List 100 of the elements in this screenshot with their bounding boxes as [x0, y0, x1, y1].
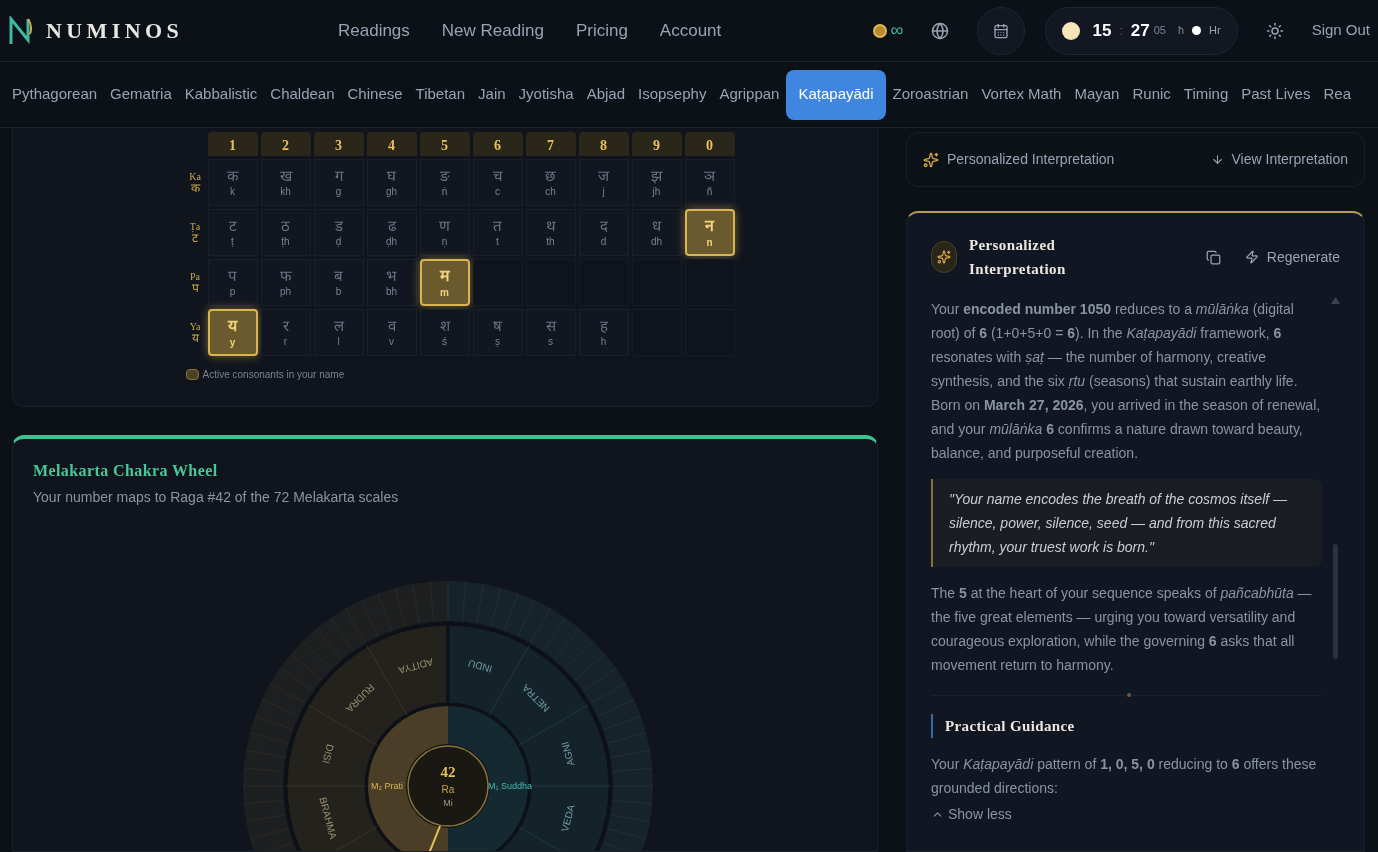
- consonant-sound: r: [283, 337, 288, 347]
- consonant-letter: छ: [545, 168, 556, 183]
- globe-icon: [931, 21, 950, 40]
- system-tab[interactable]: Tibetan: [409, 69, 472, 120]
- consonant-sound: ñ: [706, 187, 713, 197]
- card-title: Personalized Interpretation: [969, 236, 1067, 279]
- column-header: 2: [260, 132, 311, 156]
- system-tab[interactable]: Zoroastrian: [886, 69, 975, 120]
- row-label: Ka: [189, 171, 201, 182]
- consonant-letter: ख: [279, 168, 292, 183]
- consonant-letter: भ: [386, 268, 397, 283]
- nav-link[interactable]: Pricing: [575, 17, 628, 44]
- consonant-letter: फ: [279, 268, 292, 283]
- consonant-letter: थ: [545, 218, 556, 233]
- consonant-letter: म: [439, 267, 450, 284]
- consonant-letter: ष: [493, 318, 502, 333]
- logo-text: NUMINOS: [46, 17, 184, 45]
- system-tab[interactable]: Abjad: [580, 69, 631, 120]
- consonant-sound: t: [496, 237, 499, 247]
- system-tab[interactable]: Chinese: [341, 69, 409, 120]
- bar-label: Personalized Interpretation: [947, 150, 1115, 169]
- consonant-letter: क: [226, 168, 239, 183]
- consonant-sound: g: [335, 187, 342, 197]
- consonant-letter: ज: [598, 168, 609, 183]
- consonant-letter: स: [545, 318, 556, 333]
- nav-link[interactable]: Account: [659, 17, 722, 44]
- consonant-letter: ट: [228, 218, 237, 233]
- credits-count: ∞: [890, 19, 904, 42]
- consonant-letter: ड: [334, 218, 343, 233]
- moon-icon: [1062, 21, 1081, 40]
- system-tab[interactable]: Timing: [1177, 69, 1235, 120]
- system-tab[interactable]: Kabbalistic: [178, 69, 264, 120]
- system-tab[interactable]: Mayan: [1068, 69, 1126, 120]
- interpretation-paragraph: The 5 at the heart of your sequence speaks of pañcabhūta — the five great elements — urging you toward versatility and courageous exploration, while the governing 6 asks that all movement return to harmony.: [931, 584, 1313, 675]
- consonant-sound: ch: [545, 187, 556, 197]
- consonant-sound: jh: [652, 187, 661, 197]
- consonant-letter: व: [387, 318, 396, 333]
- clock-format: Hr: [1209, 23, 1221, 39]
- consonant-sound: l: [337, 337, 340, 347]
- legend-swatch: [185, 369, 199, 380]
- nav-link[interactable]: Readings: [338, 17, 410, 44]
- system-tab[interactable]: Agrippan: [713, 69, 786, 120]
- consonant-letter: ल: [333, 318, 344, 333]
- system-tab[interactable]: Isopsephy: [632, 69, 713, 120]
- show-less-button[interactable]: Show less: [931, 804, 1340, 825]
- nav-link[interactable]: New Reading: [441, 17, 544, 44]
- logo-icon: [8, 15, 34, 46]
- consonant-letter: झ: [651, 168, 662, 183]
- row-label: Pa: [190, 271, 200, 282]
- consonant-letter: र: [282, 318, 289, 333]
- consonant-letter: प: [228, 268, 237, 283]
- clock-seconds: 05: [1153, 23, 1166, 39]
- consonant-letter: ढ: [387, 218, 396, 233]
- consonant-sound: b: [335, 287, 342, 297]
- consonant-sound: y: [229, 337, 236, 348]
- sun-icon: [1265, 21, 1284, 40]
- consonant-letter: न: [705, 217, 714, 234]
- consonant-sound: ṭ: [231, 237, 234, 247]
- interpretation-paragraph: Your encoded number 1050 reduces to a mūlāṅka (digital root) of 6 (1+0+5+0 = 6). In the Kaṭapayādi framework, 6 resonates with ṣaṭ — the number of harmony, creative synthesis, and the six ṛtu (seasons) that sustain earthly life. Born on March 27, 2026, you arrived in the season of renewal, and your mūlāṅka 6 confirms a nature drawn toward beauty, balance, and purposeful creation.: [931, 300, 1322, 463]
- system-tab[interactable]: Past Lives: [1235, 69, 1317, 120]
- copy-button[interactable]: [1205, 249, 1221, 265]
- system-tab[interactable]: Gematria: [104, 69, 178, 120]
- consonant-letter: ब: [334, 268, 343, 283]
- consonant-sound: ḍ: [335, 237, 342, 247]
- column-header: 4: [366, 132, 417, 156]
- interpretation-paragraph: Your Kaṭapayādi pattern of 1, 0, 5, 0 reducing to 6 offers these grounded directions:: [931, 755, 1318, 798]
- row-label: Ṭa: [189, 221, 201, 232]
- column-header: 0: [684, 132, 735, 156]
- consonant-sound: n: [706, 237, 713, 248]
- system-tab[interactable]: Jain: [472, 69, 512, 120]
- system-tab[interactable]: Pythagorean: [6, 69, 104, 120]
- quote-block: "Your name encodes the breath of the cosmos itself — silence, power, silence, seed — and from this sacred rhythm, your truest work is born.": [931, 479, 1322, 567]
- system-tab[interactable]: Rea: [1317, 69, 1357, 120]
- regenerate-button[interactable]: Regenerate: [1244, 246, 1340, 268]
- system-tab[interactable]: Vortex Math: [975, 69, 1068, 120]
- row-glyph: य: [191, 331, 199, 344]
- arrow-down-icon: [1210, 153, 1224, 166]
- consonant-letter: ठ: [281, 218, 290, 233]
- calendar-icon: [993, 22, 1010, 39]
- consonant-sound: v: [389, 337, 394, 347]
- consonant-letter: ग: [334, 168, 343, 183]
- sign-out-link[interactable]: Sign Out: [1311, 19, 1370, 42]
- system-tab[interactable]: Chaldean: [264, 69, 341, 120]
- consonant-letter: श: [439, 318, 450, 333]
- system-tab[interactable]: Jyotisha: [512, 69, 580, 120]
- consonant-sound: j: [602, 187, 605, 197]
- column-header: 7: [525, 132, 576, 156]
- consonant-letter: घ: [387, 168, 396, 183]
- clock-minutes: 27: [1130, 19, 1150, 42]
- system-tab[interactable]: Runic: [1126, 69, 1177, 120]
- consonant-letter: ध: [652, 218, 661, 233]
- consonant-letter: द: [599, 218, 608, 233]
- row-glyph: प: [191, 281, 199, 294]
- row-label: Ya: [189, 321, 201, 332]
- consonant-sound: m: [440, 287, 449, 298]
- consonant-letter: च: [492, 168, 503, 183]
- view-interpretation-button[interactable]: View Interpretation: [1210, 149, 1348, 170]
- column-header: 3: [313, 132, 364, 156]
- system-tab[interactable]: Kaṭapayādi: [786, 69, 886, 120]
- consonant-letter: ण: [439, 218, 450, 233]
